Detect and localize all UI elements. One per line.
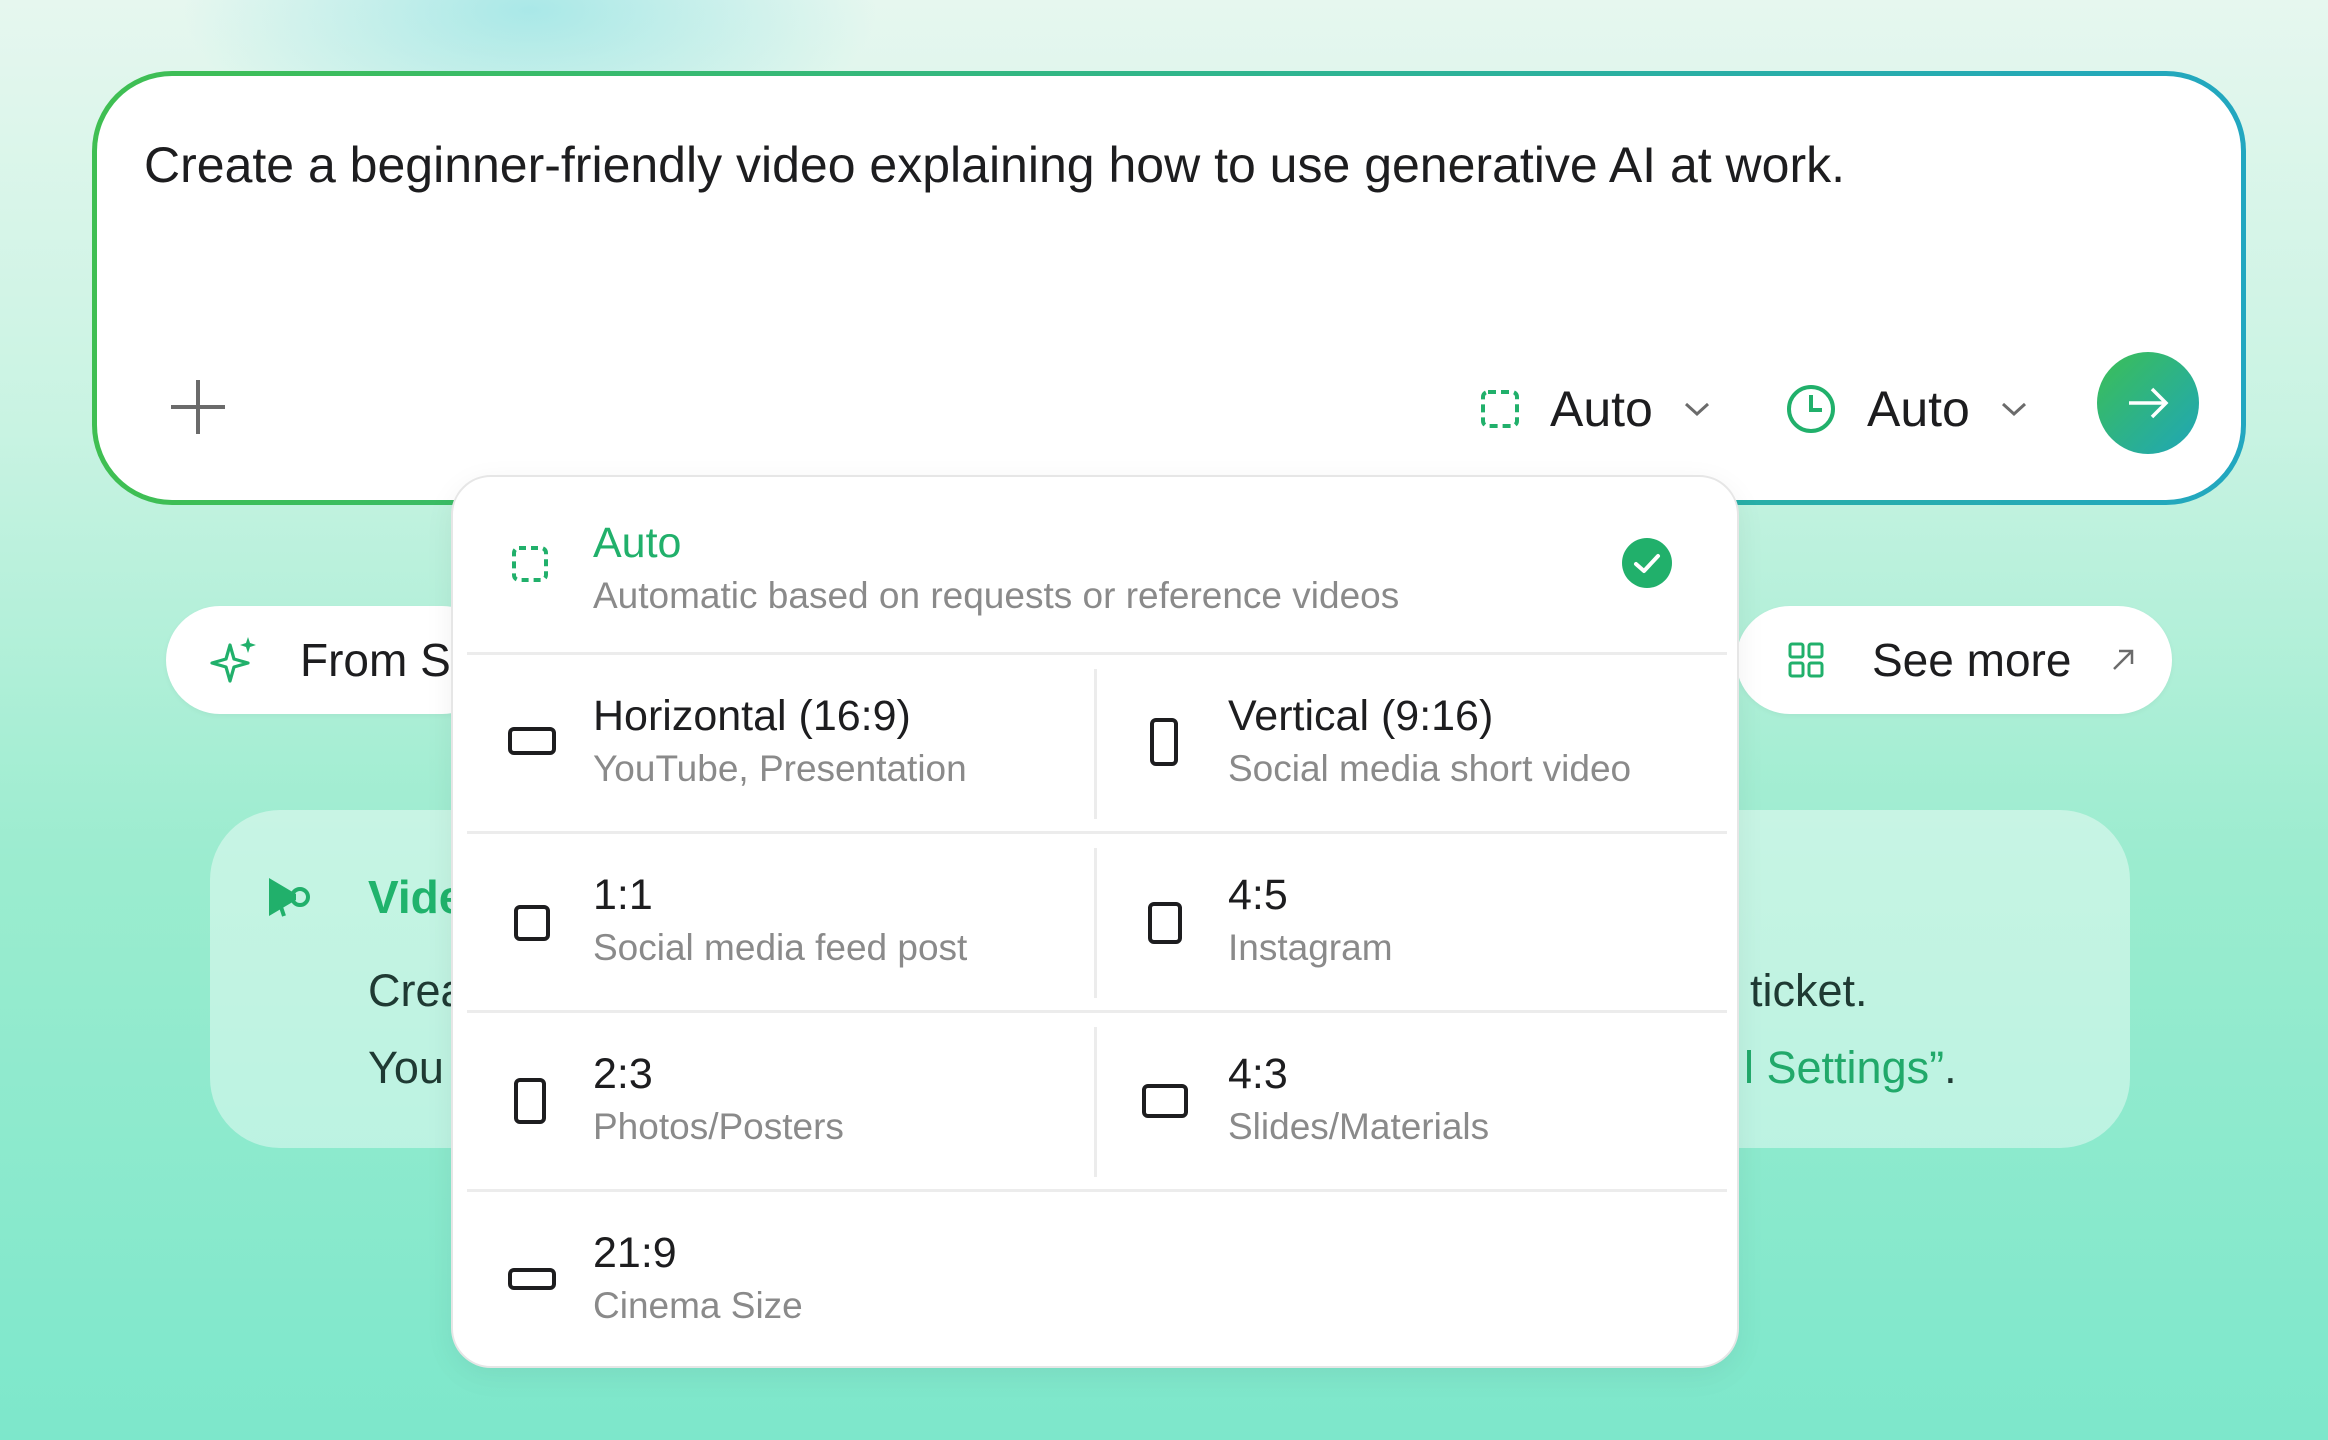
aspect-option-desc: YouTube, Presentation — [593, 748, 967, 789]
divider — [1094, 1027, 1097, 1177]
aspect-option-desc: Cinema Size — [593, 1285, 803, 1326]
send-button[interactable] — [2097, 352, 2199, 454]
prompt-card: Create a beginner-friendly video explain… — [92, 71, 2246, 505]
aspect-option-label: 4:3 — [1228, 1050, 1288, 1098]
horizontal-rect-icon — [508, 727, 556, 755]
dashed-square-icon — [512, 546, 548, 582]
notice-line2-left: You — [368, 1042, 444, 1093]
chevron-down-icon — [1684, 402, 1709, 417]
aspect-option-label: Vertical (9:16) — [1228, 692, 1494, 740]
prompt-input[interactable]: Create a beginner-friendly video explain… — [144, 136, 1845, 194]
aspect-ratio-dropdown: Auto Automatic based on requests or refe… — [451, 475, 1739, 1368]
aspect-option-2-3[interactable]: 2:3 Photos/Posters — [453, 1013, 1094, 1189]
plus-icon — [171, 380, 225, 434]
notice-title: Vide — [368, 871, 465, 923]
aspect-option-desc: Social media feed post — [593, 927, 968, 968]
chevron-down-icon — [2001, 402, 2026, 417]
aspect-option-desc: Slides/Materials — [1228, 1106, 1490, 1147]
portrait-rect-icon — [514, 1078, 546, 1124]
landscape-rect-icon — [1142, 1084, 1188, 1118]
duration-selector[interactable]: Auto — [1785, 376, 2028, 442]
duration-value: Auto — [1867, 381, 1970, 437]
sparkle-icon — [210, 637, 256, 683]
add-attachment-button[interactable] — [167, 376, 229, 438]
aspect-option-21-9[interactable]: 21:9 Cinema Size — [453, 1192, 1737, 1366]
check-circle-icon — [1622, 538, 1672, 588]
notice-line1-right: ticket. — [1750, 965, 1868, 1016]
aspect-option-label: Auto — [593, 519, 682, 567]
notice-line2-end: . — [1944, 1042, 1957, 1093]
dashed-square-icon — [1481, 390, 1519, 428]
aspect-option-9-16[interactable]: Vertical (9:16) Social media short video — [1097, 655, 1737, 831]
aspect-option-4-3[interactable]: 4:3 Slides/Materials — [1097, 1013, 1737, 1189]
aspect-option-desc: Photos/Posters — [593, 1106, 844, 1147]
aspect-option-label: 21:9 — [593, 1229, 677, 1277]
divider — [1094, 848, 1097, 998]
aspect-ratio-selector[interactable]: Auto — [1480, 376, 1711, 442]
see-more-label: See more — [1872, 634, 2072, 686]
arrow-right-icon — [2129, 387, 2169, 419]
aspect-option-auto[interactable]: Auto Automatic based on requests or refe… — [453, 477, 1737, 652]
aspect-ratio-value: Auto — [1550, 381, 1653, 437]
clock-icon — [1787, 385, 1835, 433]
from-sample-label: From Sa — [300, 634, 477, 686]
aspect-option-4-5[interactable]: 4:5 Instagram — [1097, 834, 1737, 1010]
notice-line2-right: l Settings”. — [1744, 1042, 1957, 1094]
aspect-option-1-1[interactable]: 1:1 Social media feed post — [453, 834, 1094, 1010]
see-more-chip[interactable]: See more — [1736, 606, 2172, 714]
from-sample-chip[interactable]: From Sa — [166, 606, 496, 714]
aspect-option-desc: Instagram — [1228, 927, 1393, 968]
megaphone-icon — [269, 878, 310, 917]
portrait-rect-icon — [1148, 902, 1182, 944]
aspect-option-label: 2:3 — [593, 1050, 653, 1098]
square-icon — [514, 905, 550, 941]
wide-rect-icon — [508, 1268, 556, 1290]
aspect-option-label: 1:1 — [593, 871, 653, 919]
prompt-card-inner: Create a beginner-friendly video explain… — [97, 76, 2241, 500]
aspect-option-16-9[interactable]: Horizontal (16:9) YouTube, Presentation — [453, 655, 1094, 831]
settings-link[interactable]: l Settings” — [1744, 1042, 1944, 1093]
grid-icon — [1788, 642, 1824, 678]
aspect-option-label: 4:5 — [1228, 871, 1288, 919]
vertical-rect-icon — [1150, 718, 1178, 766]
external-arrow-icon — [2113, 649, 2134, 670]
aspect-option-desc: Automatic based on requests or reference… — [593, 575, 1400, 616]
divider — [1094, 669, 1097, 819]
aspect-option-label: Horizontal (16:9) — [593, 692, 911, 740]
aspect-option-desc: Social media short video — [1228, 748, 1632, 789]
